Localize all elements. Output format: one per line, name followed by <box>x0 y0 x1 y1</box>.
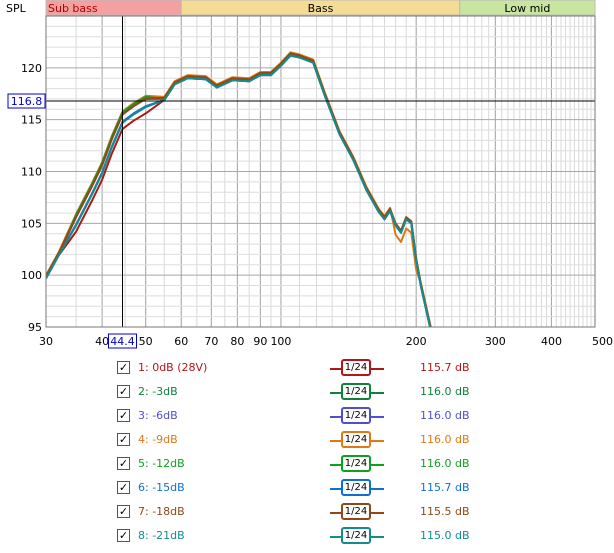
series-checkbox[interactable]: ✓ <box>117 409 130 422</box>
legend-row: ✓ 1: 0dB (28V) 1/24 115.7 dB <box>0 356 614 380</box>
series-checkbox[interactable]: ✓ <box>117 385 130 398</box>
legend-row: ✓ 2: -3dB 1/24 116.0 dB <box>0 380 614 404</box>
band-label: Low mid <box>504 2 550 15</box>
series-name: 6: -15dB <box>138 481 185 494</box>
y-tick-label: 100 <box>21 269 42 282</box>
smoothing-selector[interactable]: 1/24 <box>330 430 384 450</box>
series-name: 4: -9dB <box>138 433 178 446</box>
smoothing-selector[interactable]: 1/24 <box>330 454 384 474</box>
smoothing-label: 1/24 <box>341 407 371 424</box>
smoothing-selector[interactable]: 1/24 <box>330 478 384 498</box>
x-tick-label: 100 <box>270 335 291 348</box>
spl-value: 116.0 dB <box>420 385 470 398</box>
smoothing-label: 1/24 <box>341 503 371 520</box>
spl-value: 115.7 dB <box>420 361 470 374</box>
smoothing-label: 1/24 <box>341 359 371 376</box>
band-label: Sub bass <box>48 2 98 15</box>
y-tick-label: 95 <box>28 321 42 334</box>
series-name: 3: -6dB <box>138 409 178 422</box>
smoothing-selector[interactable]: 1/24 <box>330 358 384 378</box>
smoothing-selector[interactable]: 1/24 <box>330 382 384 402</box>
series-checkbox[interactable]: ✓ <box>117 505 130 518</box>
series-checkbox[interactable]: ✓ <box>117 361 130 374</box>
series-name: 5: -12dB <box>138 457 185 470</box>
legend-row: ✓ 6: -15dB 1/24 115.7 dB <box>0 476 614 500</box>
band-label: Bass <box>308 2 334 15</box>
x-tick-label: 60 <box>174 335 188 348</box>
series-checkbox[interactable]: ✓ <box>117 457 130 470</box>
y-tick-label: 115 <box>21 114 42 127</box>
spl-value: 115.0 dB <box>420 529 470 542</box>
series-name: 8: -21dB <box>138 529 185 542</box>
smoothing-selector[interactable]: 1/24 <box>330 526 384 546</box>
smoothing-label: 1/24 <box>341 383 371 400</box>
frequency-response-chart: Sub bass Bass Low mid SPL 95 100 105 110 115 12… <box>6 0 614 349</box>
series-name: 1: 0dB (28V) <box>138 361 208 374</box>
legend-row: ✓ 7: -18dB 1/24 115.5 dB <box>0 500 614 524</box>
legend-row: ✓ 3: -6dB 1/24 116.0 dB <box>0 404 614 428</box>
x-tick-label: 50 <box>139 335 153 348</box>
x-tick-label: 30 <box>39 335 53 348</box>
x-tick-label: 300 <box>485 335 506 348</box>
legend-row: ✓ 5: -12dB 1/24 116.0 dB <box>0 452 614 476</box>
series-checkbox[interactable]: ✓ <box>117 481 130 494</box>
x-tick-label: 70 <box>204 335 218 348</box>
x-tick-label: 400 <box>541 335 562 348</box>
legend-row: ✓ 8: -21dB 1/24 115.0 dB <box>0 524 614 548</box>
y-tick-label: 110 <box>21 166 42 179</box>
legend-row: ✓ 4: -9dB 1/24 116.0 dB <box>0 428 614 452</box>
series-checkbox[interactable]: ✓ <box>117 433 130 446</box>
smoothing-label: 1/24 <box>341 527 371 544</box>
x-tick-label: 500Hz <box>592 335 614 348</box>
spl-value: 116.0 dB <box>420 457 470 470</box>
spl-value: 116.0 dB <box>420 409 470 422</box>
x-tick-label: 90 <box>253 335 267 348</box>
y-tick-label: 105 <box>21 217 42 230</box>
smoothing-selector[interactable]: 1/24 <box>330 502 384 522</box>
x-tick-label: 80 <box>230 335 244 348</box>
spl-value: 115.7 dB <box>420 481 470 494</box>
series-name: 7: -18dB <box>138 505 185 518</box>
series-checkbox[interactable]: ✓ <box>117 529 130 542</box>
frequency-band-bar: Sub bass Bass Low mid <box>45 0 596 16</box>
x-tick-label: 200 <box>406 335 427 348</box>
cursor-x-value: 44.4 <box>110 335 135 348</box>
y-tick-label: 120 <box>21 62 42 75</box>
y-axis-label: SPL <box>6 2 27 15</box>
cursor-y-value: 116.8 <box>11 95 43 108</box>
spl-value: 115.5 dB <box>420 505 470 518</box>
spl-value: 116.0 dB <box>420 433 470 446</box>
x-tick-label: 40 <box>95 335 109 348</box>
smoothing-selector[interactable]: 1/24 <box>330 406 384 426</box>
series-name: 2: -3dB <box>138 385 178 398</box>
smoothing-label: 1/24 <box>341 431 371 448</box>
smoothing-label: 1/24 <box>341 455 371 472</box>
smoothing-label: 1/24 <box>341 479 371 496</box>
